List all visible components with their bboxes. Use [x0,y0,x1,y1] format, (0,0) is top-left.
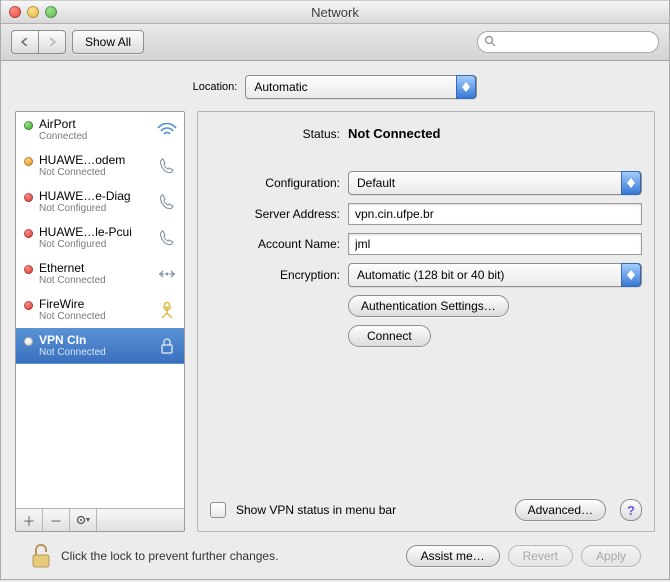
service-name: AirPort [39,117,150,131]
service-name: VPN CIn [39,333,150,347]
show-vpn-checkbox[interactable] [210,502,226,518]
location-popup[interactable]: Automatic [245,75,477,99]
server-address-label: Server Address: [210,207,340,221]
connect-row: Connect [348,325,642,347]
gear-icon [76,514,91,526]
status-value: Not Connected [348,126,440,141]
phone-icon [156,192,178,212]
service-item-airport[interactable]: AirPort Connected [16,112,184,148]
show-all-button[interactable]: Show All [72,30,144,54]
firewire-icon [156,300,178,320]
wifi-icon [156,120,178,140]
account-name-label: Account Name: [210,237,340,251]
assist-button[interactable]: Assist me… [406,545,500,567]
service-status: Not Configured [39,239,150,250]
service-item-firewire[interactable]: FireWire Not Connected [16,292,184,328]
service-name: HUAWE…e-Diag [39,189,150,203]
body: Location: Automatic AirPort [1,61,669,582]
location-row: Location: Automatic [15,75,655,99]
service-item-modem3[interactable]: HUAWE…le-Pcui Not Configured [16,220,184,256]
status-dot-icon [24,193,33,202]
auth-settings-button[interactable]: Authentication Settings… [348,295,509,317]
configuration-label: Configuration: [210,176,340,190]
advanced-button[interactable]: Advanced… [515,499,606,521]
account-name-row: Account Name: [210,233,642,255]
status-dot-icon [24,301,33,310]
lock-icon[interactable] [29,542,53,570]
detail-panel: Status: Not Connected Configuration: Def… [197,111,655,532]
encryption-label: Encryption: [210,268,340,282]
phone-icon [156,228,178,248]
phone-icon [156,156,178,176]
chevron-left-icon [21,38,29,46]
search-wrap [477,31,659,53]
search-icon [484,35,496,50]
services-scroll[interactable]: AirPort Connected HUAWE…odem Not Connect… [16,112,184,508]
auth-row: Authentication Settings… [348,295,642,317]
forward-button[interactable] [38,30,66,54]
toolbar: Show All [1,24,669,61]
service-status: Not Connected [39,167,150,178]
help-button[interactable]: ? [620,499,642,521]
service-name: HUAWE…le-Pcui [39,225,150,239]
configuration-value: Default [357,176,395,190]
service-name: Ethernet [39,261,150,275]
service-status: Not Connected [39,311,150,322]
service-item-vpn[interactable]: VPN CIn Not Connected [16,328,184,364]
service-status: Not Connected [39,347,150,358]
encryption-popup[interactable]: Automatic (128 bit or 40 bit) [348,263,642,287]
status-row: Status: Not Connected [210,126,642,141]
location-value: Automatic [254,80,307,94]
remove-service-button[interactable]: － [43,509,70,531]
service-status: Not Connected [39,275,150,286]
lock-text: Click the lock to prevent further change… [61,549,398,563]
encryption-value: Automatic (128 bit or 40 bit) [357,268,504,282]
add-service-button[interactable]: ＋ [16,509,43,531]
service-item-modem1[interactable]: HUAWE…odem Not Connected [16,148,184,184]
show-vpn-label: Show VPN status in menu bar [236,503,396,517]
account-name-field[interactable] [348,233,642,255]
back-button[interactable] [11,30,38,54]
chevron-right-icon [48,38,56,46]
titlebar: Network [1,0,669,24]
location-label: Location: [193,81,238,93]
window-title: Network [1,5,669,20]
connect-button[interactable]: Connect [348,325,431,347]
sidebar: AirPort Connected HUAWE…odem Not Connect… [15,111,185,532]
status-dot-icon [24,265,33,274]
server-address-field[interactable] [348,203,642,225]
status-dot-icon [24,229,33,238]
service-status: Not Configured [39,203,150,214]
list-action-bar: ＋ － [16,508,184,531]
service-list: AirPort Connected HUAWE…odem Not Connect… [15,111,185,532]
revert-button[interactable]: Revert [508,545,573,567]
network-prefs-window: Network Show All Location: Automatic [0,0,670,580]
service-item-ethernet[interactable]: Ethernet Not Connected [16,256,184,292]
chevron-down-icon [462,87,470,92]
footer: Click the lock to prevent further change… [15,532,655,582]
ethernet-icon [156,264,178,284]
encryption-row: Encryption: Automatic (128 bit or 40 bit… [210,263,642,287]
service-name: FireWire [39,297,150,311]
search-input[interactable] [477,31,659,53]
service-status: Connected [39,131,150,142]
status-dot-icon [24,337,33,346]
nav-segment [11,30,66,54]
service-item-modem2[interactable]: HUAWE…e-Diag Not Configured [16,184,184,220]
lock-icon [156,336,178,356]
status-dot-icon [24,157,33,166]
action-menu-button[interactable] [70,509,97,531]
columns: AirPort Connected HUAWE…odem Not Connect… [15,111,655,532]
server-address-row: Server Address: [210,203,642,225]
service-name: HUAWE…odem [39,153,150,167]
apply-button[interactable]: Apply [581,545,641,567]
detail-bottom-row: Show VPN status in menu bar Advanced… ? [210,499,642,521]
configuration-popup[interactable]: Default [348,171,642,195]
status-dot-icon [24,121,33,130]
configuration-row: Configuration: Default [210,171,642,195]
status-label: Status: [210,127,340,141]
